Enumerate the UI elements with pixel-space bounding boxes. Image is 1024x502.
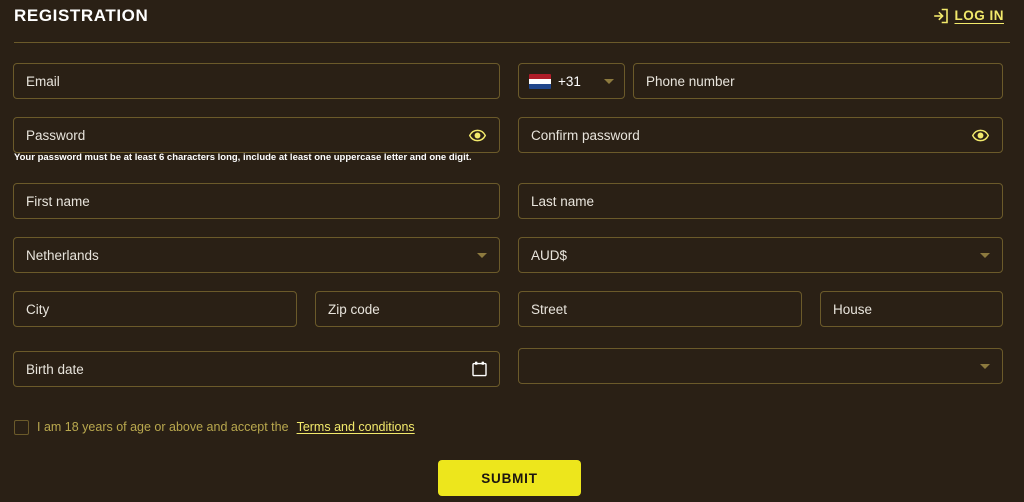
city-field[interactable]: City [13, 291, 297, 327]
country-select[interactable]: Netherlands [13, 237, 500, 273]
birth-date-placeholder: Birth date [26, 361, 84, 377]
login-arrow-icon [933, 8, 949, 24]
password-field[interactable]: Password [13, 117, 500, 153]
confirm-password-placeholder: Confirm password [531, 127, 640, 143]
extra-select[interactable] [518, 348, 1003, 384]
birth-date-field[interactable]: Birth date [13, 351, 500, 387]
street-field[interactable]: Street [518, 291, 802, 327]
zip-code-placeholder: Zip code [328, 301, 380, 317]
registration-page: REGISTRATION LOG IN Email +31 Phone numb… [0, 0, 1024, 502]
password-visibility-toggle-icon[interactable] [468, 126, 487, 145]
last-name-field[interactable]: Last name [518, 183, 1003, 219]
submit-button[interactable]: SUBMIT [438, 460, 581, 496]
age-consent-checkbox[interactable] [14, 419, 29, 435]
phone-number-placeholder: Phone number [646, 73, 735, 89]
house-placeholder: House [833, 301, 873, 317]
email-placeholder: Email [26, 73, 60, 89]
terms-and-conditions-link[interactable]: Terms and conditions [297, 420, 415, 434]
password-placeholder: Password [26, 127, 86, 143]
currency-select[interactable]: AUD$ [518, 237, 1003, 273]
password-helper-text: Your password must be at least 6 charact… [14, 152, 472, 163]
zip-code-field[interactable]: Zip code [315, 291, 500, 327]
confirm-password-field[interactable]: Confirm password [518, 117, 1003, 153]
chevron-down-icon [980, 363, 990, 369]
page-title: REGISTRATION [14, 6, 149, 25]
phone-country-select[interactable]: +31 [518, 63, 625, 99]
country-value: Netherlands [26, 247, 99, 263]
phone-dial-code: +31 [558, 73, 581, 89]
phone-number-field[interactable]: Phone number [633, 63, 1003, 99]
netherlands-flag [529, 73, 551, 89]
email-field[interactable]: Email [13, 63, 500, 99]
confirm-password-visibility-toggle-icon[interactable] [971, 126, 990, 145]
first-name-field[interactable]: First name [13, 183, 500, 219]
chevron-down-icon [604, 78, 614, 84]
street-placeholder: Street [531, 301, 568, 317]
login-label: LOG IN [954, 8, 1004, 23]
age-consent-text: I am 18 years of age or above and accept… [37, 420, 289, 434]
currency-value: AUD$ [531, 247, 568, 263]
login-link[interactable]: LOG IN [933, 8, 1005, 24]
city-placeholder: City [26, 301, 50, 317]
chevron-down-icon [980, 252, 990, 258]
house-field[interactable]: House [820, 291, 1003, 327]
age-consent-row: I am 18 years of age or above and accept… [14, 419, 415, 435]
page-header: REGISTRATION LOG IN [0, 0, 1024, 44]
calendar-icon[interactable] [472, 361, 487, 377]
header-divider [14, 42, 1010, 43]
first-name-placeholder: First name [26, 193, 90, 209]
chevron-down-icon [477, 252, 487, 258]
last-name-placeholder: Last name [531, 193, 595, 209]
